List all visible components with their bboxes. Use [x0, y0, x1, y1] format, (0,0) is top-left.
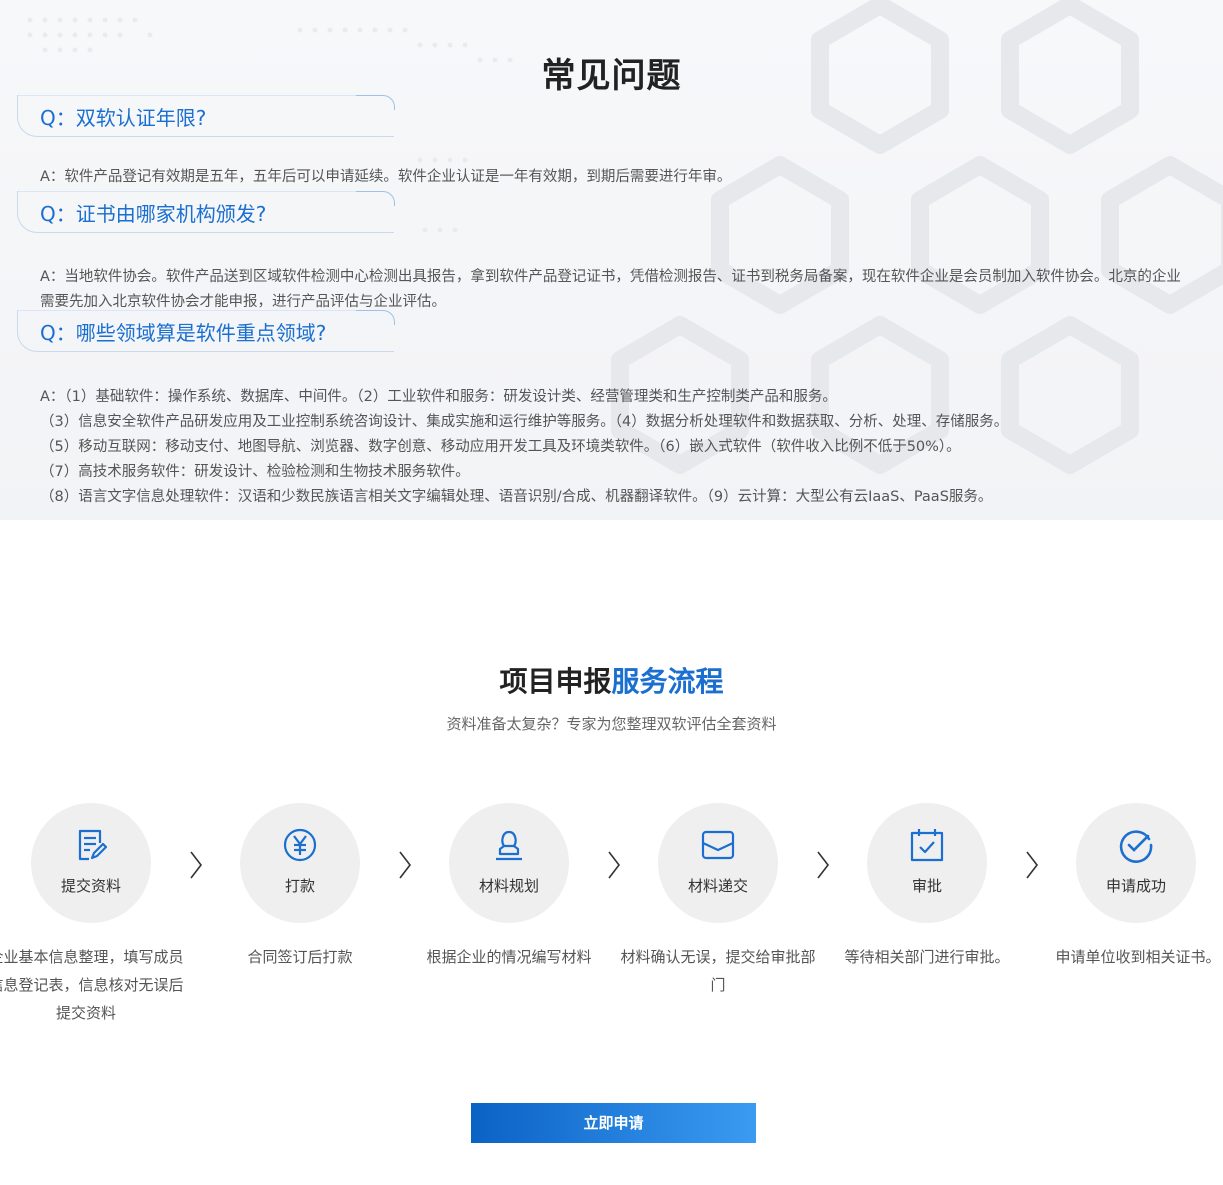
faq-section: 常见问题 Q：双软认证年限? A：软件产品登记有效期是五年，五年后可以申请延续。… — [0, 0, 1223, 520]
step-circle[interactable]: 申请成功 — [1076, 803, 1196, 923]
step-label: 审批 — [911, 877, 942, 895]
step-circle[interactable]: 打款 — [240, 803, 360, 923]
step-label: 提交资料 — [60, 877, 121, 895]
faq-answer-3: A：（1）基础软件：操作系统、数据库、中间件。（2）工业软件和服务：研发设计类、… — [40, 385, 1195, 510]
yen-coin-icon — [283, 828, 317, 862]
chevron-right-icon — [190, 851, 203, 879]
process-title-highlight: 服务流程 — [611, 665, 724, 698]
step-description: 合同签订后打款 — [247, 948, 353, 966]
faq-title: 常见问题 — [541, 56, 682, 96]
answer-line: A：（1）基础软件：操作系统、数据库、中间件。（2）工业软件和服务：研发设计类、… — [40, 389, 837, 405]
chevron-right-icon — [817, 851, 830, 879]
apply-now-button[interactable]: 立即申请 — [471, 1103, 756, 1143]
faq-answer-2: A：当地软件协会。软件产品送到区域软件检测中心检测出具报告，拿到软件产品登记证书… — [40, 265, 1195, 315]
answer-line: （5）移动互联网：移动支付、地图导航、浏览器、数字创意、移动应用开发工具及环境类… — [40, 439, 961, 455]
answer-line: （7）高技术服务软件：研发设计、检验检测和生物技术服务软件。 — [40, 464, 470, 480]
step-label: 材料递交 — [687, 877, 748, 895]
step-circle[interactable]: 材料递交 — [658, 803, 778, 923]
step-description: 材料确认无误，提交给审批部门 — [620, 948, 816, 994]
step-description: 申请单位收到相关证书。 — [1055, 948, 1221, 966]
faq-question-3[interactable]: Q：哪些领域算是软件重点领域? — [17, 310, 395, 352]
process-subtitle: 资料准备太复杂？专家为您整理双软评估全套资料 — [446, 715, 777, 733]
step-label: 材料规划 — [478, 877, 539, 895]
question-text: Q：证书由哪家机构颁发? — [40, 202, 267, 226]
answer-line: A：软件产品登记有效期是五年，五年后可以申请延续。软件企业认证是一年有效期，到期… — [40, 169, 732, 185]
question-text: Q：双软认证年限? — [40, 106, 207, 130]
calendar-check-icon — [910, 829, 944, 862]
stamp-icon — [496, 830, 522, 861]
step-description: 等待相关部门进行审批。 — [844, 948, 1010, 966]
chevron-right-icon — [1026, 851, 1039, 879]
process-title-prefix: 项目申报 — [499, 665, 612, 698]
faq-answer-1: A：软件产品登记有效期是五年，五年后可以申请延续。软件企业认证是一年有效期，到期… — [40, 165, 1195, 190]
step-label: 申请成功 — [1105, 877, 1166, 895]
faq-question-2[interactable]: Q：证书由哪家机构颁发? — [17, 191, 395, 233]
answer-line: （3）信息安全软件产品研发应用及工业控制系统咨询设计、集成实施和运行维护等服务。… — [40, 414, 1009, 430]
answer-line: （8）语言文字信息处理软件：汉语和少数民族语言相关文字编辑处理、语音识别/合成、… — [40, 489, 993, 505]
circle-check-icon — [1119, 830, 1153, 863]
step-description: 根据企业的情况编写材料 — [426, 948, 592, 966]
faq-question-1[interactable]: Q：双软认证年限? — [17, 95, 395, 137]
chevron-right-icon — [399, 851, 412, 879]
process-title: 项目申报服务流程 — [0, 660, 1223, 700]
step-circle[interactable]: 提交资料 — [31, 803, 151, 923]
step-description: 企业基本信息整理，填写成员信息登记表，信息核对无误后提交资料 — [0, 948, 184, 1022]
step-label: 打款 — [284, 877, 315, 895]
step-circle[interactable]: 材料规划 — [449, 803, 569, 923]
envelope-icon — [701, 830, 735, 860]
document-edit-icon — [78, 829, 108, 861]
question-text: Q：哪些领域算是软件重点领域? — [40, 321, 327, 345]
answer-line: A：当地软件协会。软件产品送到区域软件检测中心检测出具报告，拿到软件产品登记证书… — [40, 269, 1181, 310]
step-circle[interactable]: 审批 — [867, 803, 987, 923]
chevron-right-icon — [608, 851, 621, 879]
